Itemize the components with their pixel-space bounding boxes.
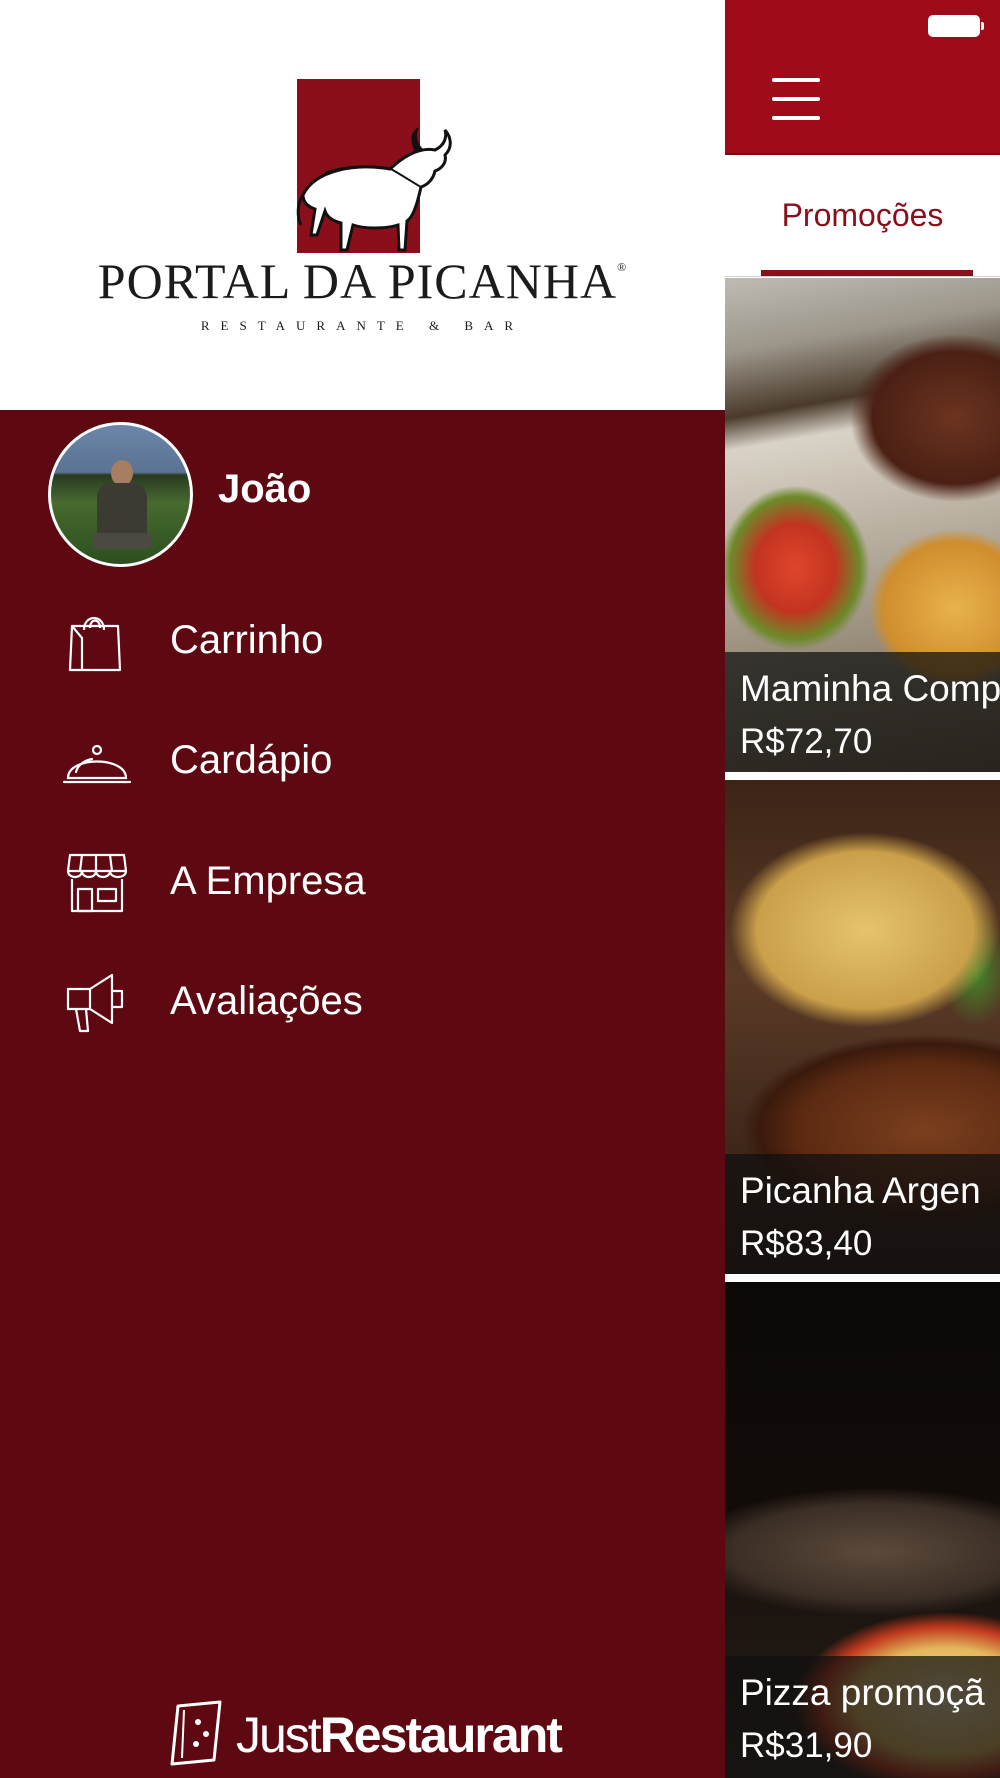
- menu-item-a-empresa[interactable]: A Empresa: [60, 837, 660, 927]
- brand-tagline: RESTAURANTE & BAR: [200, 318, 525, 333]
- hamburger-menu-icon[interactable]: [772, 78, 820, 120]
- menu-item-cardapio[interactable]: Cardápio: [60, 716, 660, 806]
- tab-indicator: [761, 270, 973, 276]
- promo-caption: Picanha Argen R$83,40: [725, 1154, 1000, 1274]
- storefront-icon: [66, 853, 128, 913]
- registered-mark: ®: [617, 260, 628, 274]
- promo-card[interactable]: Pizza promoçã R$31,90: [725, 1282, 1000, 1778]
- menu-book-icon: [170, 1700, 222, 1766]
- menu-label: A Empresa: [170, 859, 366, 903]
- brand-wordmark: JustRestaurant: [236, 1707, 563, 1763]
- menu-label: Carrinho: [170, 618, 324, 662]
- justrestaurant-logo: JustRestaurant: [168, 1700, 568, 1766]
- tab-promocoes[interactable]: Promoções: [725, 197, 1000, 234]
- menu-item-carrinho[interactable]: Carrinho: [60, 596, 660, 686]
- promo-name: Picanha Argen: [740, 1170, 981, 1211]
- promo-price: R$83,40: [740, 1224, 873, 1263]
- avatar[interactable]: [48, 422, 193, 567]
- user-profile[interactable]: João: [48, 422, 548, 567]
- food-cloche-icon: [62, 744, 132, 784]
- menu-item-avaliacoes[interactable]: Avaliações: [60, 957, 660, 1047]
- shopping-bag-icon: [68, 616, 122, 672]
- navigation-drawer: PORTAL DA PICANHA® RESTAURANTE & BAR Joã…: [0, 0, 725, 1778]
- brand-title: PORTAL DA PICANHA®: [97, 253, 628, 309]
- drawer-header: PORTAL DA PICANHA® RESTAURANTE & BAR: [0, 0, 725, 410]
- promo-card[interactable]: Picanha Argen R$83,40: [725, 780, 1000, 1274]
- user-name: João: [218, 467, 312, 511]
- app-bar: [725, 0, 1000, 155]
- main-content: Promoções Maminha Comp R$72,70 Picanha A…: [725, 0, 1000, 1778]
- promo-price: R$31,90: [740, 1726, 873, 1765]
- menu-label: Avaliações: [170, 979, 363, 1023]
- promo-price: R$72,70: [740, 722, 873, 761]
- bull-logo-icon: [296, 127, 452, 252]
- menu-label: Cardápio: [170, 738, 333, 782]
- promo-caption: Pizza promoçã R$31,90: [725, 1656, 1000, 1778]
- promo-name: Maminha Comp: [740, 668, 1000, 709]
- tab-bar: Promoções: [725, 155, 1000, 277]
- megaphone-icon: [66, 973, 124, 1033]
- promo-caption: Maminha Comp R$72,70: [725, 652, 1000, 772]
- promo-card[interactable]: Maminha Comp R$72,70: [725, 278, 1000, 772]
- battery-icon: [928, 15, 984, 37]
- promo-name: Pizza promoçã: [740, 1672, 985, 1713]
